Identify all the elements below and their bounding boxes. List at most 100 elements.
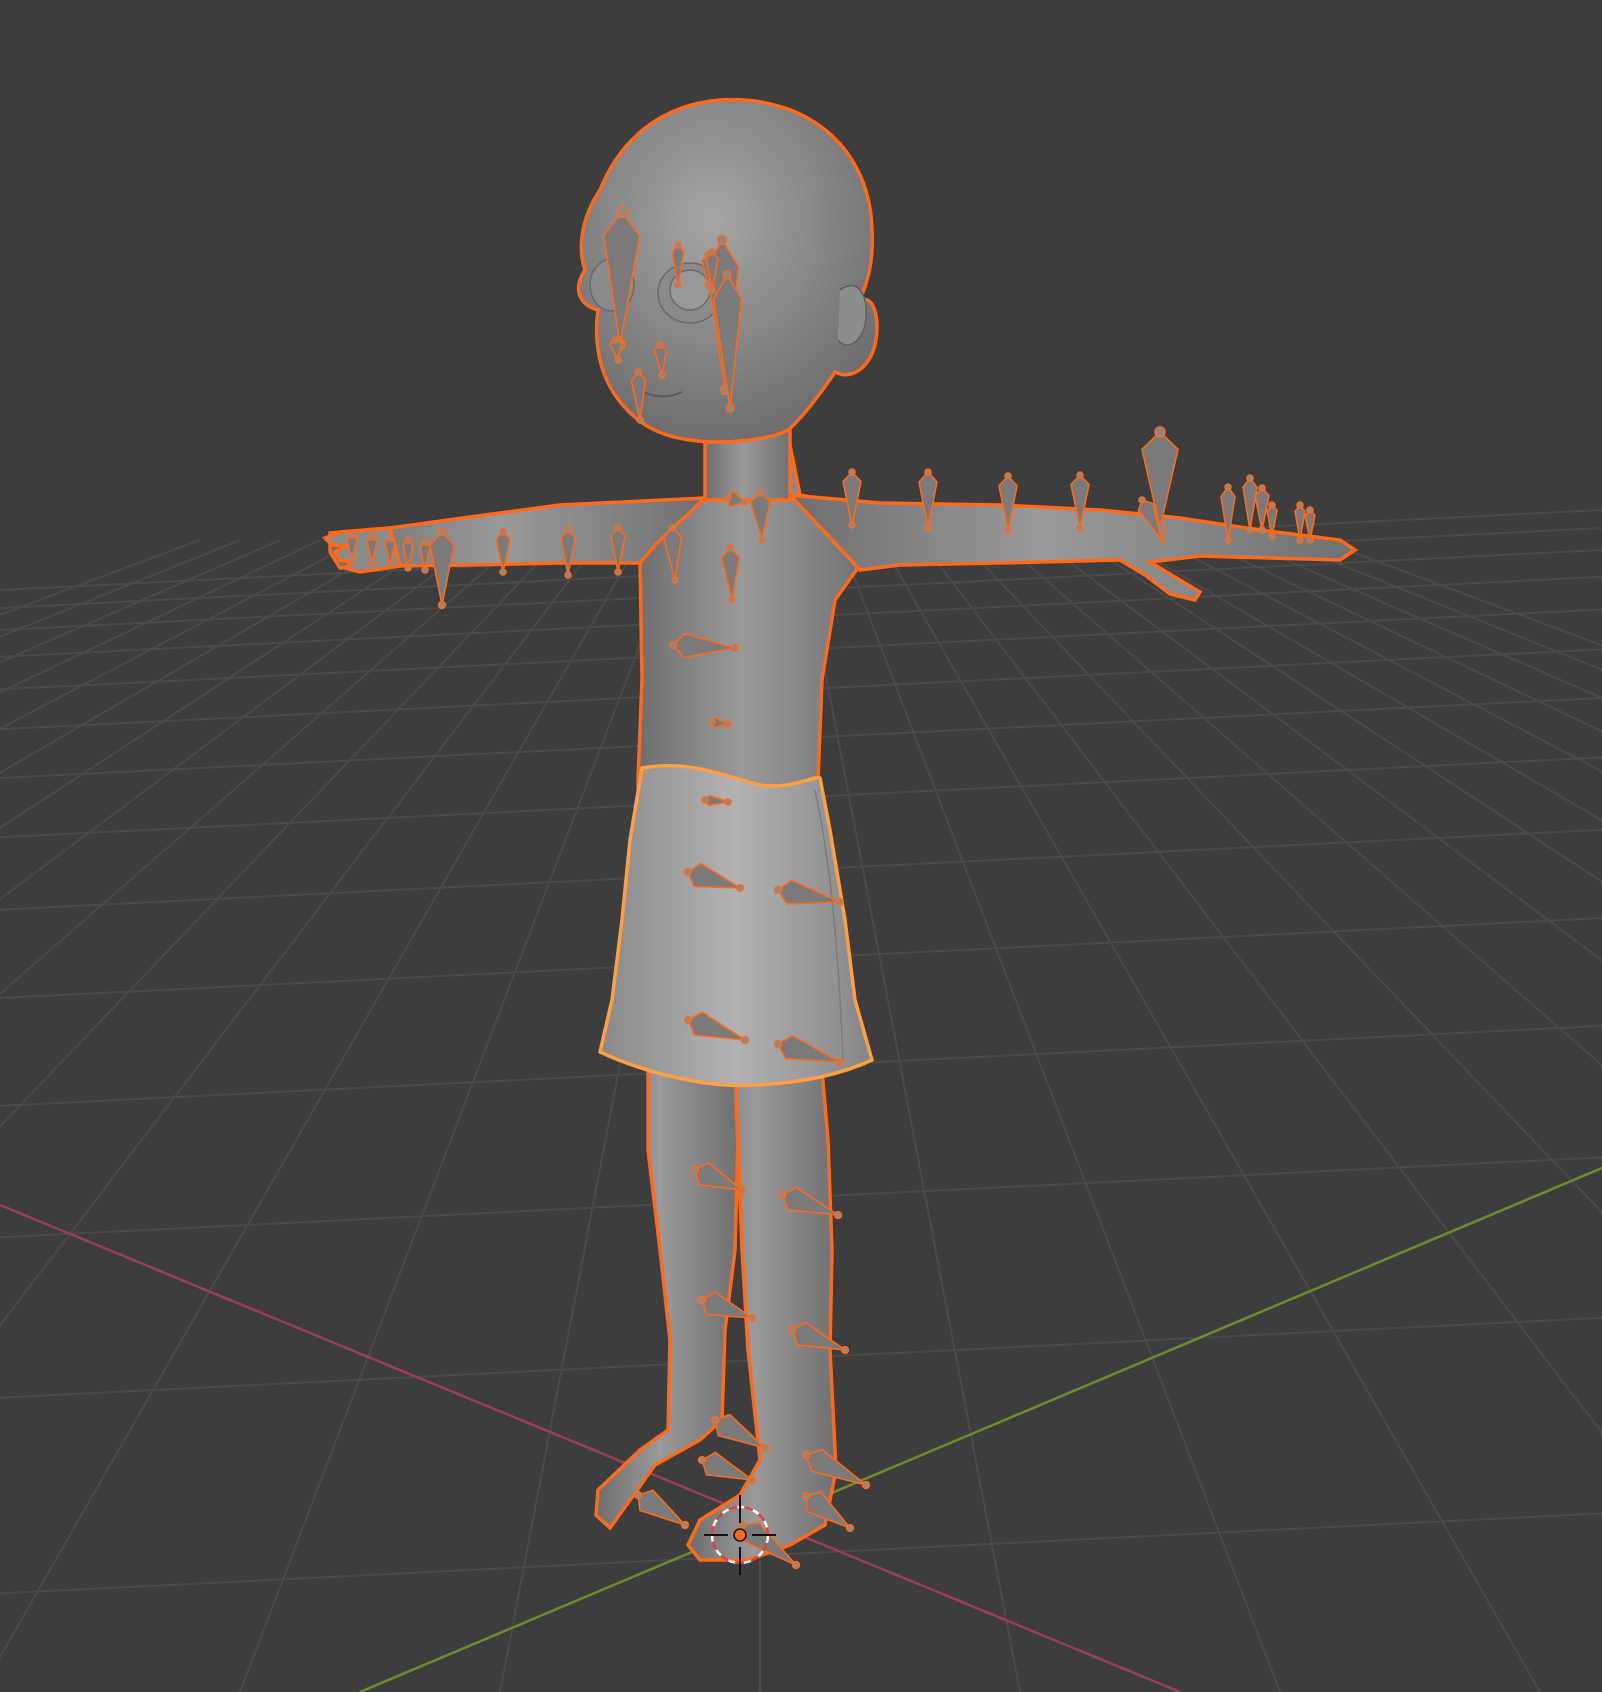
bone-joint[interactable] — [758, 536, 766, 544]
bone-joint[interactable] — [348, 556, 356, 564]
bone-joint[interactable] — [741, 498, 749, 506]
bone-joint[interactable] — [614, 524, 622, 532]
bone-joint[interactable] — [1076, 471, 1084, 479]
bone-joint[interactable] — [773, 885, 783, 895]
bone-joint[interactable] — [1154, 426, 1166, 438]
bone-joint[interactable] — [636, 416, 644, 424]
bone-joint[interactable] — [924, 468, 932, 476]
armature-bone[interactable] — [701, 1451, 755, 1482]
bone-joint[interactable] — [1004, 526, 1012, 534]
bone-joint[interactable] — [404, 536, 412, 544]
bone-joint[interactable] — [437, 600, 447, 610]
armature-bone[interactable] — [637, 1489, 688, 1527]
bone-joint[interactable] — [1258, 526, 1266, 534]
bone-joint[interactable] — [835, 897, 845, 907]
bone-joint[interactable] — [708, 248, 716, 256]
bone-joint[interactable] — [671, 576, 679, 584]
bone-joint[interactable] — [848, 468, 856, 476]
bone-joint[interactable] — [710, 1415, 720, 1425]
bone-joint[interactable] — [564, 526, 572, 534]
bone-joint[interactable] — [437, 527, 447, 537]
bone-joint[interactable] — [724, 494, 732, 502]
bone-joint[interactable] — [845, 1523, 855, 1533]
bone-joint[interactable] — [668, 640, 678, 650]
bone-joint[interactable] — [1268, 501, 1276, 509]
bone-joint[interactable] — [722, 270, 732, 280]
bone-joint[interactable] — [633, 1490, 643, 1500]
bone-joint[interactable] — [499, 568, 507, 576]
bone-joint[interactable] — [701, 796, 709, 804]
bone-joint[interactable] — [1246, 526, 1254, 534]
bone-joint[interactable] — [1246, 474, 1254, 482]
bone-joint[interactable] — [674, 281, 682, 289]
bone-joint[interactable] — [1158, 536, 1166, 544]
bone-joint[interactable] — [1004, 472, 1012, 480]
bone-joint[interactable] — [386, 561, 394, 569]
bone-joint[interactable] — [728, 596, 736, 604]
bone-joint[interactable] — [773, 1039, 783, 1049]
armature-bone[interactable] — [560, 528, 576, 576]
bone-joint[interactable] — [730, 643, 740, 653]
bone-joint[interactable] — [1224, 483, 1232, 491]
bone-joint[interactable] — [1224, 536, 1232, 544]
bone-joint[interactable] — [737, 1185, 747, 1195]
bone-joint[interactable] — [386, 534, 394, 542]
bone-joint[interactable] — [697, 1455, 707, 1465]
bone-joint[interactable] — [1306, 506, 1314, 514]
bone-joint[interactable] — [1268, 532, 1276, 540]
3d-viewport[interactable] — [0, 0, 1602, 1692]
bone-joint[interactable] — [656, 341, 664, 349]
bone-joint[interactable] — [368, 533, 376, 541]
bone-joint[interactable] — [760, 1443, 770, 1453]
bone-joint[interactable] — [564, 571, 572, 579]
bone-joint[interactable] — [348, 531, 356, 539]
character-body-mesh[interactable] — [321, 98, 1359, 1562]
bone-joint[interactable] — [634, 368, 642, 376]
bone-joint[interactable] — [735, 883, 745, 893]
bone-joint[interactable] — [683, 1015, 693, 1025]
bone-joint[interactable] — [404, 564, 412, 572]
bone-joint[interactable] — [368, 558, 376, 566]
bone-joint[interactable] — [801, 1491, 811, 1501]
bone-joint[interactable] — [747, 1313, 757, 1323]
bone-joint[interactable] — [708, 718, 716, 726]
bone-joint[interactable] — [747, 1475, 757, 1485]
bone-joint[interactable] — [499, 528, 507, 536]
bone-joint[interactable] — [658, 371, 666, 379]
bone-joint[interactable] — [833, 1210, 843, 1220]
bone-joint[interactable] — [791, 1560, 801, 1570]
bone-joint[interactable] — [1076, 524, 1084, 532]
bone-joint[interactable] — [1138, 496, 1146, 504]
armature-bone[interactable] — [610, 526, 626, 573]
bone-joint[interactable] — [616, 206, 628, 218]
bone-joint[interactable] — [683, 867, 693, 877]
bone-joint[interactable] — [421, 538, 429, 546]
bone-joint[interactable] — [801, 1450, 811, 1460]
bone-joint[interactable] — [611, 336, 619, 344]
bone-joint[interactable] — [1296, 501, 1304, 509]
bone-joint[interactable] — [697, 1295, 707, 1305]
bone-joint[interactable] — [716, 234, 728, 246]
bone-joint[interactable] — [724, 720, 732, 728]
bone-joint[interactable] — [777, 1190, 787, 1200]
bone-joint[interactable] — [708, 286, 716, 294]
bone-joint[interactable] — [840, 1345, 850, 1355]
bone-joint[interactable] — [1306, 536, 1314, 544]
bone-joint[interactable] — [724, 798, 732, 806]
bone-joint[interactable] — [1258, 484, 1266, 492]
bone-joint[interactable] — [740, 1035, 750, 1045]
bone-joint[interactable] — [924, 524, 932, 532]
bone-joint[interactable] — [614, 356, 622, 364]
bone-joint[interactable] — [787, 1325, 797, 1335]
bone-joint[interactable] — [1296, 536, 1304, 544]
armature-bone[interactable] — [1242, 476, 1258, 531]
bone-joint[interactable] — [668, 524, 676, 532]
viewport-canvas[interactable] — [0, 0, 1602, 1692]
armature-bone[interactable] — [1254, 486, 1270, 531]
bone-joint[interactable] — [725, 403, 735, 413]
bone-joint[interactable] — [421, 566, 429, 574]
bone-joint[interactable] — [680, 1520, 690, 1530]
bone-joint[interactable] — [848, 521, 856, 529]
bone-joint[interactable] — [756, 489, 764, 497]
bone-joint[interactable] — [835, 1057, 845, 1067]
